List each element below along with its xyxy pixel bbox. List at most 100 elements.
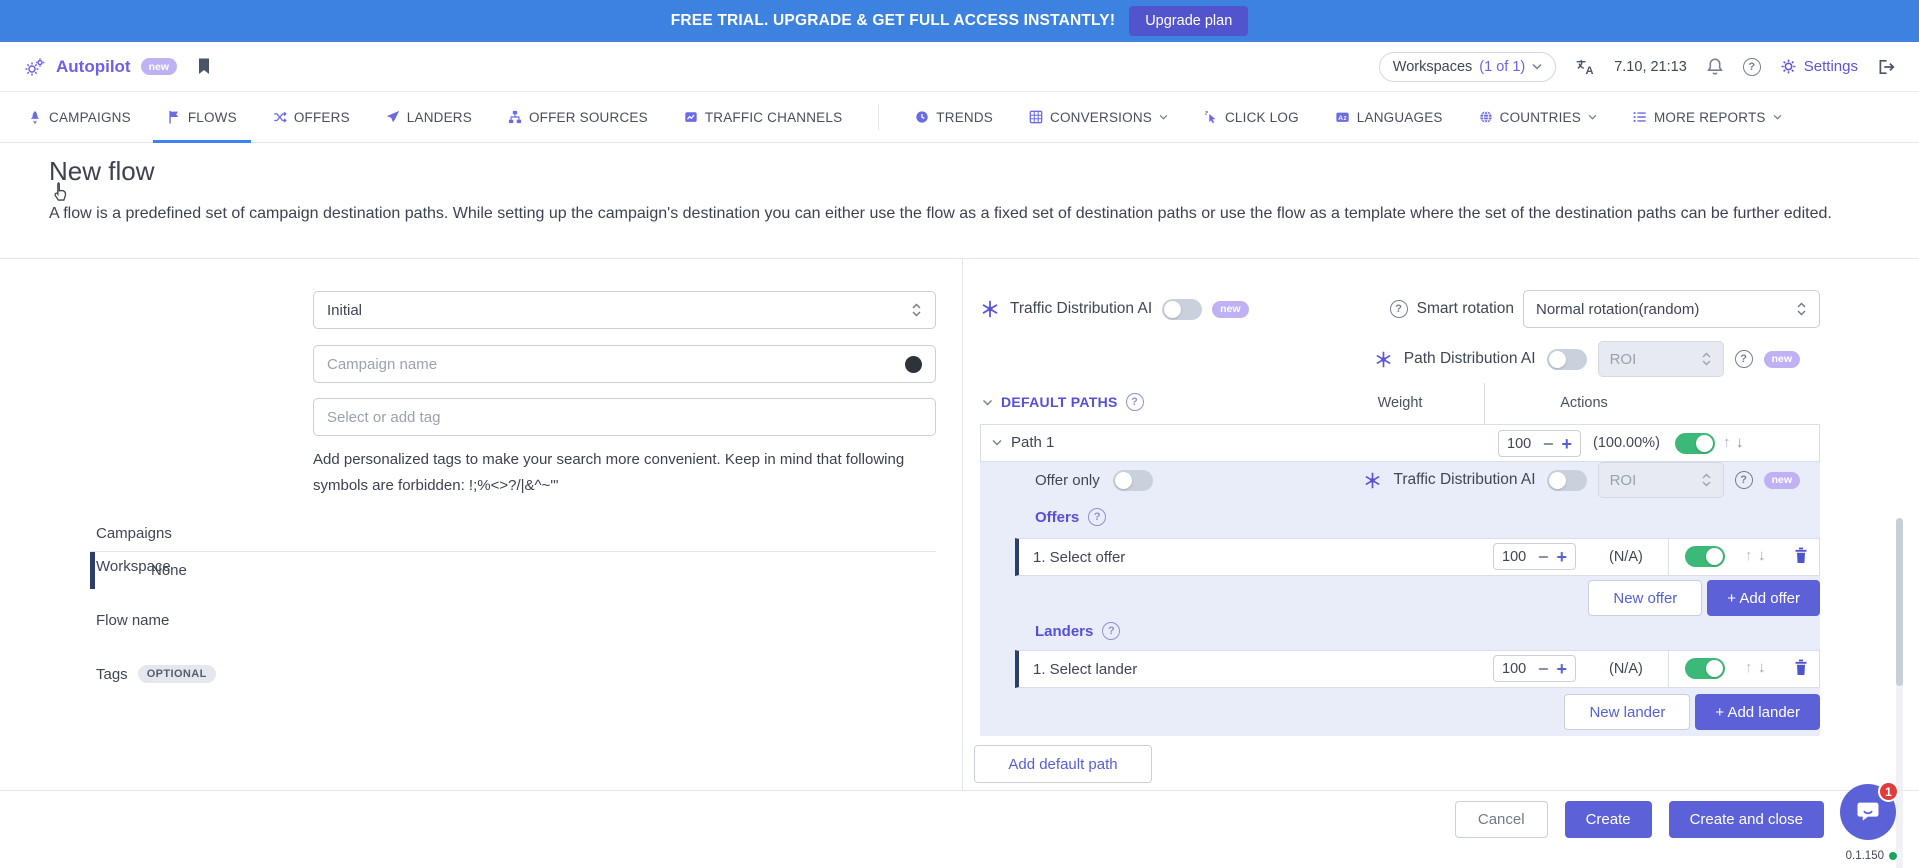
- path-tda-new-badge: new: [1764, 472, 1800, 489]
- lander-select-label[interactable]: 1. Select lander: [1033, 661, 1137, 678]
- flow-name-input[interactable]: [327, 356, 905, 373]
- optional-badge: OPTIONAL: [138, 665, 216, 683]
- nav-more-reports[interactable]: MORE REPORTS: [1633, 92, 1782, 142]
- offer-only-toggle[interactable]: [1113, 470, 1153, 491]
- flow-color-picker[interactable]: [905, 356, 922, 373]
- nav-conversions[interactable]: CONVERSIONS: [1029, 92, 1168, 142]
- weight-plus-button[interactable]: +: [1557, 660, 1568, 678]
- delete-lander-icon[interactable]: [1793, 659, 1809, 677]
- weight-minus-button[interactable]: −: [1538, 660, 1549, 678]
- flow-editor-panel: Workspace Initial Flow name Tags OPTIONA…: [0, 258, 1919, 790]
- move-down-icon[interactable]: ↓: [1758, 547, 1766, 564]
- flow-name-field: [313, 345, 936, 383]
- cancel-button[interactable]: Cancel: [1455, 801, 1548, 838]
- nav-traffic-channels[interactable]: TRAFFIC CHANNELS: [684, 92, 842, 142]
- nav-flows[interactable]: FLOWS: [167, 92, 237, 142]
- datetime-label: 7.10, 21:13: [1614, 59, 1687, 75]
- move-up-icon[interactable]: ↑: [1723, 434, 1731, 451]
- translate-icon[interactable]: A: [1575, 58, 1595, 76]
- offer-weight-stepper: − +: [1493, 543, 1576, 570]
- path-expander[interactable]: Path 1: [992, 434, 1054, 451]
- weight-plus-button[interactable]: +: [1557, 548, 1568, 566]
- path-weight-input[interactable]: [1507, 436, 1535, 452]
- lander-stat: (N/A): [1609, 661, 1643, 677]
- nav-languages[interactable]: A2 LANGUAGES: [1335, 92, 1443, 142]
- path-distribution-help-icon[interactable]: ?: [1735, 350, 1753, 368]
- new-lander-button[interactable]: New lander: [1564, 694, 1690, 730]
- bookmark-icon[interactable]: [197, 58, 211, 75]
- help-icon[interactable]: ?: [1743, 58, 1761, 76]
- offer-only-label: Offer only: [1035, 472, 1100, 489]
- offers-help-icon[interactable]: ?: [1088, 508, 1106, 526]
- settings-label: Settings: [1804, 58, 1858, 75]
- path-tda-roi-select[interactable]: ROI: [1598, 462, 1724, 498]
- path-enabled-toggle[interactable]: [1675, 433, 1715, 454]
- chevron-down-icon: [992, 439, 1002, 446]
- nav-offer-sources[interactable]: OFFER SOURCES: [508, 92, 648, 142]
- path-tda-help-icon[interactable]: ?: [1735, 471, 1753, 489]
- new-offer-button[interactable]: New offer: [1588, 580, 1702, 616]
- chat-widget-button[interactable]: 1: [1840, 784, 1896, 840]
- nav-landers[interactable]: LANDERS: [386, 92, 472, 142]
- ai-icon: [1374, 350, 1393, 369]
- workspaces-count: (1 of 1): [1479, 59, 1525, 75]
- upgrade-plan-button[interactable]: Upgrade plan: [1129, 6, 1248, 36]
- add-default-path-button[interactable]: Add default path: [974, 745, 1152, 783]
- panel-divider: [962, 259, 963, 791]
- nav-campaigns[interactable]: CAMPAIGNS: [28, 92, 131, 142]
- offer-select-label[interactable]: 1. Select offer: [1033, 549, 1125, 566]
- traffic-distribution-ai-toggle[interactable]: [1162, 299, 1202, 320]
- chevron-down-icon: [1588, 114, 1597, 120]
- offers-section-title: Offers ?: [1035, 508, 1106, 526]
- move-up-icon[interactable]: ↑: [1745, 659, 1753, 676]
- workspaces-selector[interactable]: Workspaces (1 of 1): [1379, 52, 1556, 82]
- page-description: A flow is a predefined set of campaign d…: [49, 201, 1861, 226]
- gear-icon: [1780, 58, 1797, 75]
- add-lander-button[interactable]: + Add lander: [1695, 694, 1820, 730]
- move-up-icon[interactable]: ↑: [1745, 547, 1753, 564]
- version-label: 0.1.150: [1846, 850, 1897, 862]
- tags-field: [313, 398, 936, 436]
- nav-click-log[interactable]: CLICK LOG: [1204, 92, 1299, 142]
- chevron-down-icon: [982, 399, 993, 406]
- path-roi-select[interactable]: ROI: [1598, 341, 1724, 377]
- path-tda-roi-value: ROI: [1610, 472, 1637, 489]
- lander-weight-input[interactable]: [1502, 661, 1530, 677]
- path-tda-toggle[interactable]: [1547, 470, 1587, 491]
- lander-enabled-toggle[interactable]: [1685, 658, 1725, 679]
- move-down-icon[interactable]: ↓: [1736, 434, 1744, 451]
- scrollbar-thumb[interactable]: [1896, 518, 1903, 686]
- move-down-icon[interactable]: ↓: [1758, 659, 1766, 676]
- workspace-select[interactable]: Initial: [313, 291, 936, 329]
- default-paths-help-icon[interactable]: ?: [1126, 393, 1144, 411]
- create-and-close-button[interactable]: Create and close: [1669, 801, 1824, 838]
- notifications-bell-icon[interactable]: [1706, 57, 1724, 76]
- weight-minus-button[interactable]: −: [1538, 548, 1549, 566]
- landers-help-icon[interactable]: ?: [1102, 622, 1120, 640]
- trial-banner: FREE TRIAL. UPGRADE & GET FULL ACCESS IN…: [0, 0, 1919, 42]
- weight-minus-button[interactable]: −: [1543, 435, 1554, 453]
- smart-rotation-help-icon[interactable]: ?: [1390, 300, 1408, 318]
- smart-rotation-select[interactable]: Normal rotation(random): [1523, 290, 1820, 328]
- nav-countries[interactable]: COUNTRIES: [1479, 92, 1597, 142]
- tags-label: Tags OPTIONAL: [96, 665, 216, 683]
- nav-offers[interactable]: OFFERS: [273, 92, 350, 142]
- status-dot: [1889, 852, 1897, 860]
- chevron-down-icon: [1159, 114, 1168, 120]
- path-distribution-ai-toggle[interactable]: [1547, 349, 1587, 370]
- clock-icon: [915, 110, 929, 124]
- add-offer-button[interactable]: + Add offer: [1707, 580, 1820, 616]
- settings-button[interactable]: Settings: [1780, 58, 1858, 75]
- app-title-autopilot[interactable]: Autopilot: [56, 57, 131, 77]
- delete-offer-icon[interactable]: [1793, 547, 1809, 565]
- offer-enabled-toggle[interactable]: [1685, 546, 1725, 567]
- tags-input[interactable]: [327, 409, 922, 426]
- weight-plus-button[interactable]: +: [1562, 435, 1573, 453]
- logout-icon[interactable]: [1877, 58, 1895, 76]
- default-paths-title[interactable]: DEFAULT PATHS ?: [982, 393, 1144, 411]
- paths-column: Traffic Distribution AI new ? Smart rota…: [980, 259, 1820, 791]
- create-button[interactable]: Create: [1565, 801, 1652, 838]
- gears-icon: [24, 57, 46, 77]
- offer-weight-input[interactable]: [1502, 549, 1530, 565]
- nav-trends[interactable]: TRENDS: [915, 92, 993, 142]
